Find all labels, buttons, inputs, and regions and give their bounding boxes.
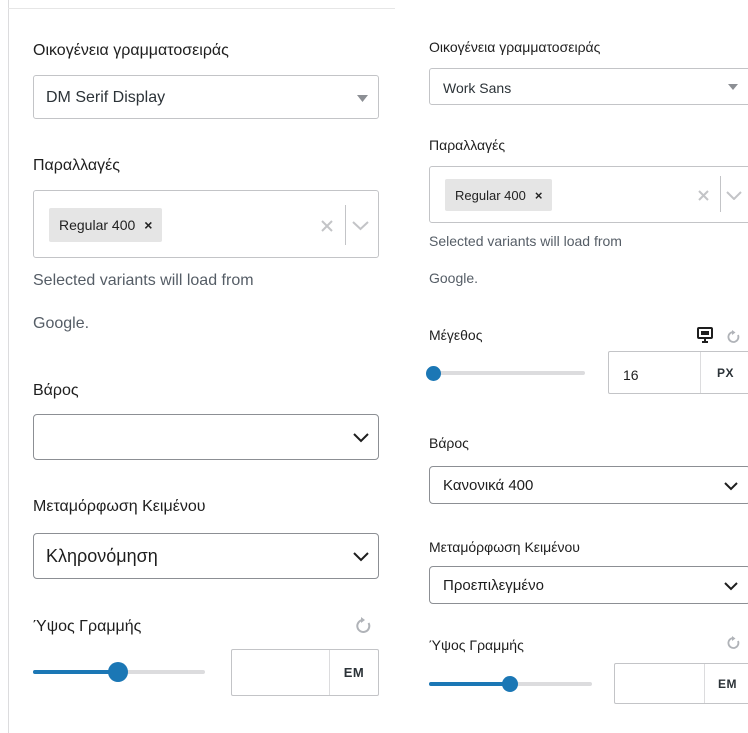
- line-height-input[interactable]: EM: [231, 649, 379, 696]
- variants-help-text-2: Google.: [33, 315, 90, 332]
- remove-tag-icon[interactable]: ×: [535, 188, 543, 203]
- size-label: Μέγεθος: [429, 327, 483, 343]
- reset-icon[interactable]: [727, 330, 741, 344]
- variant-tag-label: Regular 400: [455, 187, 526, 203]
- font-family-select[interactable]: DM Serif Display: [33, 75, 379, 119]
- line-height-unit[interactable]: EM: [705, 664, 748, 703]
- line-height-input[interactable]: EM: [614, 663, 748, 704]
- reset-icon[interactable]: [727, 636, 741, 650]
- chevron-down-icon: [353, 552, 369, 562]
- close-icon[interactable]: [321, 220, 333, 232]
- line-height-label: Ύψος Γραμμής: [33, 618, 142, 635]
- triangle-down-icon: [357, 95, 368, 102]
- variants-help-text-2: Google.: [429, 270, 479, 286]
- text-transform-select[interactable]: Κληρονόμηση: [33, 533, 379, 579]
- select-divider: [345, 205, 346, 245]
- chevron-down-icon: [353, 433, 369, 443]
- variants-help-text: Selected variants will load from: [429, 233, 622, 249]
- weight-label: Βάρος: [33, 382, 79, 399]
- chevron-down-icon[interactable]: [726, 191, 742, 200]
- select-divider: [720, 176, 721, 212]
- weight-select[interactable]: Κανονικά 400: [429, 466, 748, 504]
- slider-fill: [33, 670, 119, 674]
- font-family-value: DM Serif Display: [46, 89, 166, 106]
- weight-value: Κανονικά 400: [443, 477, 534, 494]
- size-input[interactable]: 16 PX: [608, 351, 748, 394]
- variants-help-text: Selected variants will load from: [33, 272, 254, 289]
- font-family-value: Work Sans: [443, 80, 512, 96]
- triangle-down-icon: [728, 84, 738, 90]
- slider-track: [429, 371, 585, 375]
- slider-handle[interactable]: [502, 676, 518, 692]
- variants-label: Παραλλαγές: [429, 137, 506, 153]
- weight-label: Βάρος: [429, 435, 469, 451]
- font-family-label: Οικογένεια γραμματοσειράς: [429, 39, 601, 55]
- slider-handle[interactable]: [108, 662, 128, 682]
- size-value: 16: [623, 367, 639, 383]
- slider-handle[interactable]: [426, 366, 441, 381]
- reset-icon[interactable]: [355, 617, 373, 635]
- line-height-unit[interactable]: EM: [330, 650, 378, 695]
- text-transform-label: Μεταμόρφωση Κειμένου: [33, 498, 206, 515]
- text-transform-value: Κληρονόμηση: [46, 546, 158, 566]
- chevron-down-icon: [724, 482, 738, 491]
- variant-tag-label: Regular 400: [59, 217, 136, 233]
- remove-tag-icon[interactable]: ×: [144, 217, 152, 233]
- chevron-down-icon[interactable]: [352, 221, 369, 231]
- variant-tag: Regular 400 ×: [49, 208, 163, 242]
- panel-border-top: [8, 8, 395, 9]
- text-transform-select[interactable]: Προεπιλεγμένο: [429, 566, 748, 604]
- weight-select[interactable]: [33, 414, 379, 460]
- font-family-label: Οικογένεια γραμματοσειράς: [33, 42, 229, 59]
- variants-multiselect[interactable]: Regular 400 ×: [429, 166, 748, 223]
- variants-label: Παραλλαγές: [33, 157, 121, 174]
- chevron-down-icon: [724, 582, 738, 591]
- text-transform-value: Προεπιλεγμένο: [443, 577, 544, 594]
- variant-tag: Regular 400 ×: [445, 179, 553, 211]
- line-height-label: Ύψος Γραμμής: [429, 637, 524, 653]
- close-icon[interactable]: [698, 190, 709, 201]
- desktop-icon[interactable]: [697, 327, 713, 343]
- panel-border: [8, 0, 9, 733]
- size-unit[interactable]: PX: [701, 352, 748, 393]
- font-family-select[interactable]: Work Sans: [429, 68, 748, 105]
- text-transform-label: Μεταμόρφωση Κειμένου: [429, 539, 580, 555]
- variants-multiselect[interactable]: Regular 400 ×: [33, 190, 379, 258]
- slider-fill: [429, 682, 510, 686]
